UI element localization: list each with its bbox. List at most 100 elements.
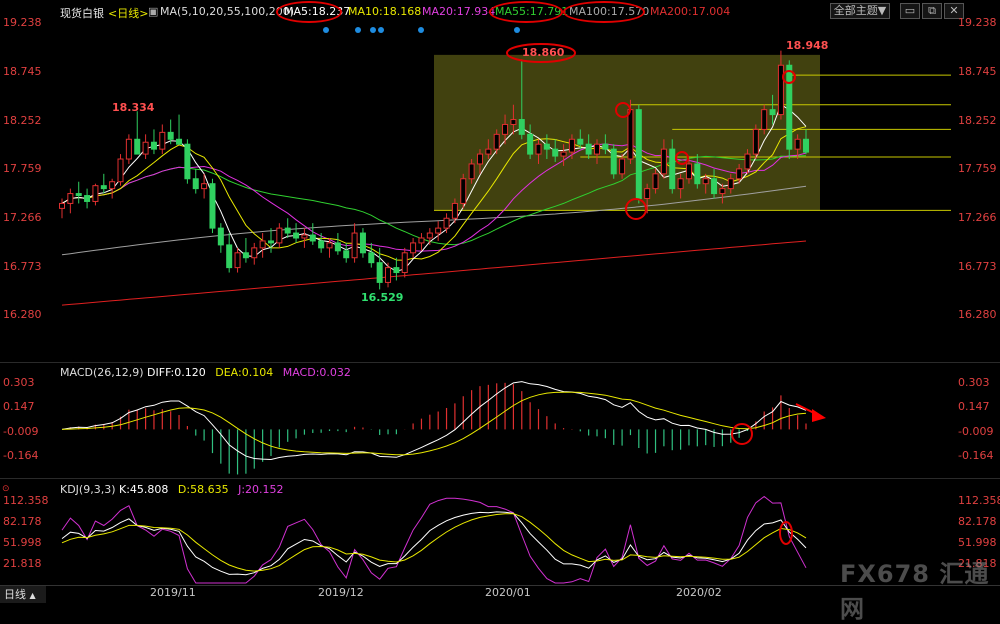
- candle-body: [209, 183, 216, 229]
- candle-body: [368, 252, 375, 264]
- arrow-head-icon: [812, 409, 826, 422]
- candle-body: [418, 237, 425, 244]
- time-label: 2019/12: [318, 586, 364, 599]
- candle-body: [293, 232, 300, 239]
- candle-body: [635, 109, 642, 200]
- candle-body: [142, 141, 149, 155]
- candle-body: [644, 188, 651, 200]
- candle-body: [150, 141, 157, 150]
- candle-body: [711, 178, 718, 195]
- candle-body: [276, 227, 283, 244]
- pane-separator[interactable]: [0, 478, 1000, 479]
- candle-body: [736, 168, 743, 180]
- candle-body: [786, 64, 793, 150]
- candle-body: [217, 227, 224, 246]
- candle-body: [727, 178, 734, 190]
- watermark: FX678 汇通网: [840, 560, 990, 623]
- high-box-label: 18.860: [522, 46, 565, 59]
- kdj-j-line: [61, 495, 807, 584]
- candle-body: [719, 188, 726, 195]
- candle-body: [652, 173, 659, 190]
- candle-body: [226, 244, 233, 269]
- candle-body: [527, 133, 534, 155]
- kdj-d-line: [61, 513, 807, 572]
- candle-body: [552, 148, 559, 157]
- candle-body: [744, 153, 751, 170]
- candle-body: [234, 252, 241, 269]
- low-label: 16.529: [361, 291, 404, 304]
- candle-body: [159, 131, 166, 150]
- candle-body: [694, 163, 701, 185]
- candle-body: [318, 240, 325, 249]
- candle-body: [443, 217, 450, 229]
- candle-body: [435, 227, 442, 234]
- candle-body: [259, 240, 266, 249]
- consolidation-box: [434, 54, 820, 211]
- candle-body: [343, 250, 350, 259]
- candle-body: [134, 138, 141, 155]
- candle-body: [326, 242, 333, 249]
- macd-chart[interactable]: [0, 365, 1000, 477]
- candle-body: [242, 252, 249, 259]
- candle-body: [167, 131, 174, 140]
- candle-body: [92, 185, 99, 202]
- candle-body: [510, 119, 517, 125]
- candle-body: [284, 227, 291, 234]
- candle-body: [184, 143, 191, 180]
- candle-body: [518, 119, 525, 135]
- candle-body: [267, 240, 274, 244]
- macd-cross-highlight: [731, 423, 753, 445]
- candle-body: [761, 109, 768, 130]
- candle-body: [560, 151, 567, 157]
- time-label: 2020/01: [485, 586, 531, 599]
- candle-body: [67, 193, 74, 204]
- candle-body: [685, 163, 692, 180]
- candle-body: [385, 267, 392, 283]
- high-left-label: 18.334: [112, 101, 155, 114]
- candle-body: [568, 138, 575, 153]
- candle-body: [75, 193, 82, 197]
- candle-body: [176, 138, 183, 145]
- candle-body: [359, 232, 366, 254]
- candle-body: [426, 232, 433, 239]
- candle-body: [677, 178, 684, 190]
- candle-body: [752, 128, 759, 155]
- candle-body: [543, 143, 550, 150]
- candle-body: [619, 158, 626, 175]
- candle-body: [58, 202, 66, 209]
- candle-body: [451, 202, 458, 219]
- candle-body: [460, 178, 467, 204]
- candle-body: [777, 64, 784, 116]
- candle-body: [594, 143, 601, 155]
- candle-body: [627, 109, 634, 160]
- candle-body: [100, 185, 107, 190]
- candle-body: [301, 234, 308, 239]
- candle-body: [309, 234, 316, 242]
- candle-body: [376, 262, 383, 283]
- candle-body: [125, 138, 132, 160]
- macd-dea-line: [61, 391, 807, 456]
- candle-body: [493, 133, 500, 150]
- pane-separator[interactable]: [0, 362, 1000, 363]
- candle-body: [351, 232, 358, 259]
- price-chart[interactable]: [0, 0, 1000, 360]
- candle-body: [251, 247, 258, 259]
- candle-body: [393, 267, 400, 274]
- time-label: 2019/11: [150, 586, 196, 599]
- candle-body: [585, 143, 592, 155]
- candle-body: [535, 143, 542, 155]
- candle-body: [702, 178, 709, 185]
- candle-body: [476, 153, 483, 165]
- candle-body: [84, 195, 91, 202]
- candle-body: [577, 138, 584, 145]
- candle-body: [794, 138, 801, 150]
- time-label: 2020/02: [676, 586, 722, 599]
- candle-body: [117, 158, 124, 183]
- period-tab[interactable]: 日线 ▲: [0, 586, 46, 603]
- candle-body: [485, 148, 492, 155]
- candle-body: [192, 178, 199, 190]
- candle-body: [802, 138, 810, 153]
- candle-body: [602, 143, 609, 150]
- candle-body: [468, 163, 475, 180]
- candle-body: [769, 109, 776, 116]
